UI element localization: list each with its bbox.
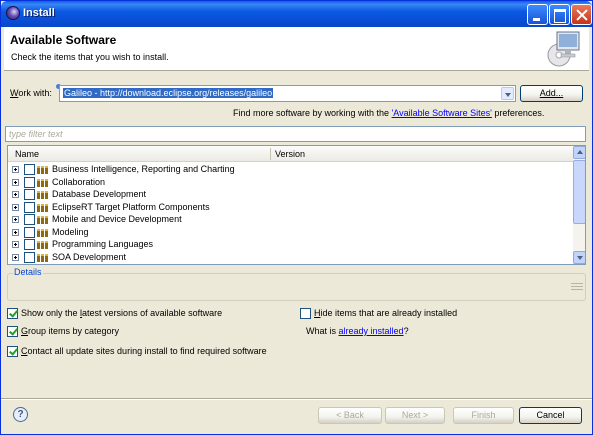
maximize-button[interactable] [549, 4, 570, 25]
category-icon [37, 228, 49, 237]
chevron-down-icon[interactable] [501, 87, 514, 100]
minimize-button[interactable] [527, 4, 548, 25]
filter-placeholder: type filter text [9, 129, 63, 139]
row-checkbox[interactable] [24, 176, 35, 188]
group-by-category-label: Group items by category [21, 326, 120, 336]
work-with-combo[interactable]: Galileo - http://download.eclipse.org/re… [59, 85, 516, 102]
filter-input[interactable]: type filter text [5, 126, 586, 142]
help-icon[interactable]: ? [13, 407, 28, 422]
column-name-header[interactable]: Name [15, 149, 39, 159]
details-group [7, 273, 586, 301]
title-bar[interactable]: Install [1, 1, 592, 27]
tree-header: Name Version [8, 146, 573, 162]
tree-row[interactable]: Database Development [8, 189, 573, 201]
column-separator[interactable] [270, 148, 271, 160]
checkbox-box[interactable] [7, 346, 18, 357]
work-with-label: Work with: [10, 88, 52, 98]
cancel-button[interactable]: Cancel [519, 407, 582, 424]
row-label: Collaboration [52, 176, 106, 187]
category-icon [37, 178, 49, 187]
contact-update-sites-label: Contact all update sites during install … [21, 346, 267, 356]
checkbox-box[interactable] [7, 326, 18, 337]
scroll-up-icon[interactable] [573, 146, 585, 159]
category-icon [37, 166, 49, 174]
column-version-header[interactable]: Version [275, 149, 305, 159]
install-window: Install Available Software Check the ite… [0, 0, 593, 435]
tree-row[interactable]: SOA Development [8, 251, 573, 264]
close-button[interactable] [571, 4, 592, 25]
row-label: EclipseRT Target Platform Components [52, 201, 210, 212]
category-icon [37, 191, 49, 199]
computer-monitor-icon [547, 31, 580, 67]
page-title: Available Software [10, 33, 117, 47]
checkbox-box[interactable] [7, 308, 18, 319]
row-checkbox[interactable] [24, 164, 35, 175]
work-with-value[interactable]: Galileo - http://download.eclipse.org/re… [63, 88, 274, 98]
row-label: SOA Development [52, 251, 127, 262]
wizard-header: Available Software Check the items that … [4, 27, 589, 71]
row-label: Programming Languages [52, 239, 154, 249]
maximize-icon [550, 5, 569, 24]
row-label: Mobile and Device Development [52, 214, 182, 224]
category-icon [37, 241, 49, 249]
tree-row[interactable]: EclipseRT Target Platform Components [8, 201, 573, 214]
expand-icon[interactable] [12, 178, 19, 186]
finish-button[interactable]: Finish [453, 407, 514, 424]
hide-installed-label: Hide items that are already installed [314, 308, 458, 318]
eclipse-icon [6, 6, 20, 20]
expand-icon[interactable] [12, 228, 19, 236]
scroll-thumb[interactable] [573, 160, 585, 224]
tree-scrollbar[interactable] [573, 146, 585, 264]
show-latest-label: Show only the latest versions of availab… [21, 308, 223, 318]
back-button[interactable]: < Back [318, 407, 382, 424]
row-checkbox[interactable] [24, 214, 35, 225]
expand-icon[interactable] [12, 216, 19, 223]
category-icon [37, 203, 49, 212]
add-site-button[interactable]: Add... [520, 85, 583, 102]
close-icon [572, 5, 591, 24]
row-checkbox[interactable] [24, 201, 35, 213]
tree-row[interactable]: Business Intelligence, Reporting and Cha… [8, 164, 573, 176]
software-tree[interactable]: Name Version Business Intelligence, Repo… [7, 145, 586, 265]
available-software-sites-link[interactable]: 'Available Software Sites' [392, 108, 492, 118]
expand-icon[interactable] [12, 203, 19, 211]
row-label: Modeling [52, 226, 89, 237]
category-icon [37, 253, 49, 262]
checkbox-box[interactable] [300, 308, 311, 319]
expand-icon[interactable] [12, 241, 19, 248]
row-checkbox[interactable] [24, 189, 35, 200]
row-checkbox[interactable] [24, 251, 35, 263]
already-installed-link[interactable]: already installed [339, 326, 404, 336]
minimize-icon [528, 5, 547, 24]
already-installed-hint: What is already installed? [306, 326, 409, 336]
page-description: Check the items that you wish to install… [11, 52, 169, 62]
expand-icon[interactable] [12, 253, 19, 261]
footer-separator [1, 398, 592, 400]
row-label: Business Intelligence, Reporting and Cha… [52, 164, 235, 174]
row-checkbox[interactable] [24, 226, 35, 238]
row-label: Database Development [52, 189, 147, 199]
resize-grip-icon[interactable] [571, 283, 583, 293]
tree-row[interactable]: Programming Languages [8, 239, 573, 251]
details-title: Details [13, 267, 43, 277]
tree-row[interactable]: Mobile and Device Development [8, 214, 573, 226]
next-button[interactable]: Next > [385, 407, 445, 424]
window-title: Install [23, 7, 55, 19]
expand-icon[interactable] [12, 166, 19, 173]
category-icon [37, 216, 49, 224]
tree-row[interactable]: Collaboration [8, 176, 573, 189]
scroll-down-icon[interactable] [573, 251, 585, 264]
expand-icon[interactable] [12, 191, 19, 198]
tree-row[interactable]: Modeling [8, 226, 573, 239]
available-sites-hint: Find more software by working with the '… [233, 108, 545, 118]
row-checkbox[interactable] [24, 239, 35, 250]
